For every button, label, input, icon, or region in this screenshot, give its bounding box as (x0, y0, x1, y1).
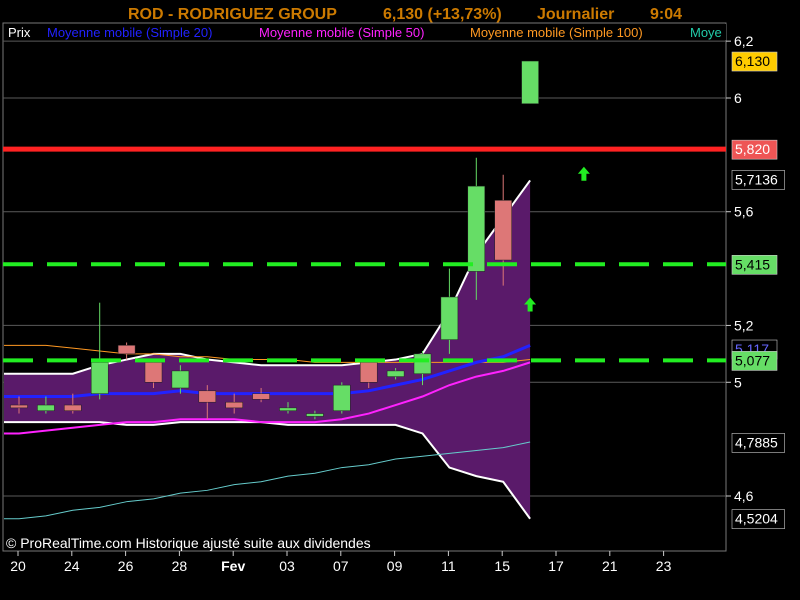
price-label: 4,5204 (735, 511, 778, 527)
candle-up (440, 296, 459, 340)
y-tick-label: 4,6 (734, 488, 754, 504)
legend-price: Prix (8, 25, 31, 40)
price-change: 6,130 (+13,73%) (383, 6, 502, 23)
x-tick-label: 17 (548, 558, 564, 574)
candle-up (413, 353, 432, 375)
legend-sma50: Moyenne mobile (Simple 50) (259, 25, 424, 40)
y-tick-label: 6,2 (734, 33, 754, 49)
time-label: 9:04 (650, 6, 682, 23)
symbol-title: ROD - RODRIGUEZ GROUP (128, 6, 337, 23)
chart-header: ROD - RODRIGUEZ GROUP 6,130 (+13,73%) Jo… (128, 6, 682, 23)
x-tick-label: 03 (279, 558, 295, 574)
candle-up (90, 362, 109, 394)
candle-down (359, 362, 378, 383)
x-tick-label: 28 (172, 558, 188, 574)
candle-down (252, 393, 270, 400)
plot-frame (2, 22, 727, 552)
candle-up (171, 370, 190, 389)
x-tick-label: 07 (333, 558, 349, 574)
candle-up (521, 60, 539, 104)
x-tick-label: 26 (118, 558, 134, 574)
legend-long-ma: Moye (690, 25, 722, 40)
candle-down (494, 200, 512, 261)
x-tick-label: 20 (10, 558, 26, 574)
candle-up (333, 384, 351, 411)
price-label: 5,077 (735, 352, 770, 368)
period-label: Journalier (537, 6, 614, 23)
x-tick-label: Fev (221, 558, 245, 574)
y-tick-label: 6 (734, 90, 742, 106)
candle-up (37, 404, 55, 411)
price-labels: 6,1305,8205,71365,4155,1175,0774,78854,5… (731, 51, 785, 529)
copyright-text: © ProRealTime.com Historique ajusté suit… (6, 535, 371, 551)
candle-down (10, 404, 28, 409)
price-label: 5,820 (735, 141, 770, 157)
price-label: 5,415 (735, 256, 770, 272)
legend-sma20: Moyenne mobile (Simple 20) (47, 25, 212, 40)
x-axis: 20 24 26 28 Fev 03 07 09 11 15 17 21 23 (10, 551, 672, 574)
candle-down (225, 401, 243, 409)
candle-down (198, 390, 217, 403)
y-tick-label: 5,6 (734, 204, 754, 220)
x-tick-label: 15 (494, 558, 510, 574)
x-tick-label: 23 (656, 558, 672, 574)
chart-svg: ROD - RODRIGUEZ GROUP 6,130 (+13,73%) Jo… (2, 6, 785, 574)
price-label: 6,130 (735, 53, 770, 69)
x-tick-label: 11 (441, 558, 456, 574)
price-label: 4,7885 (735, 434, 778, 450)
x-tick-label: 21 (602, 558, 618, 574)
plot-area[interactable]: Prix Moyenne mobile (Simple 20) Moyenne … (2, 22, 727, 552)
candle-up (386, 370, 405, 377)
candle-up (306, 413, 324, 417)
candle-down (64, 404, 82, 411)
price-label: 5,7136 (735, 171, 778, 187)
chart-window: ROD - RODRIGUEZ GROUP 6,130 (+13,73%) Jo… (0, 0, 800, 600)
x-tick-label: 24 (64, 558, 80, 574)
y-tick-label: 5 (734, 374, 742, 390)
y-tick-label: 5,2 (734, 317, 754, 333)
candle-down (144, 362, 163, 383)
x-tick-label: 09 (387, 558, 403, 574)
candle-down (117, 345, 136, 355)
candle-up (279, 407, 297, 411)
legend-sma100: Moyenne mobile (Simple 100) (470, 25, 643, 40)
candle-up (467, 185, 486, 272)
